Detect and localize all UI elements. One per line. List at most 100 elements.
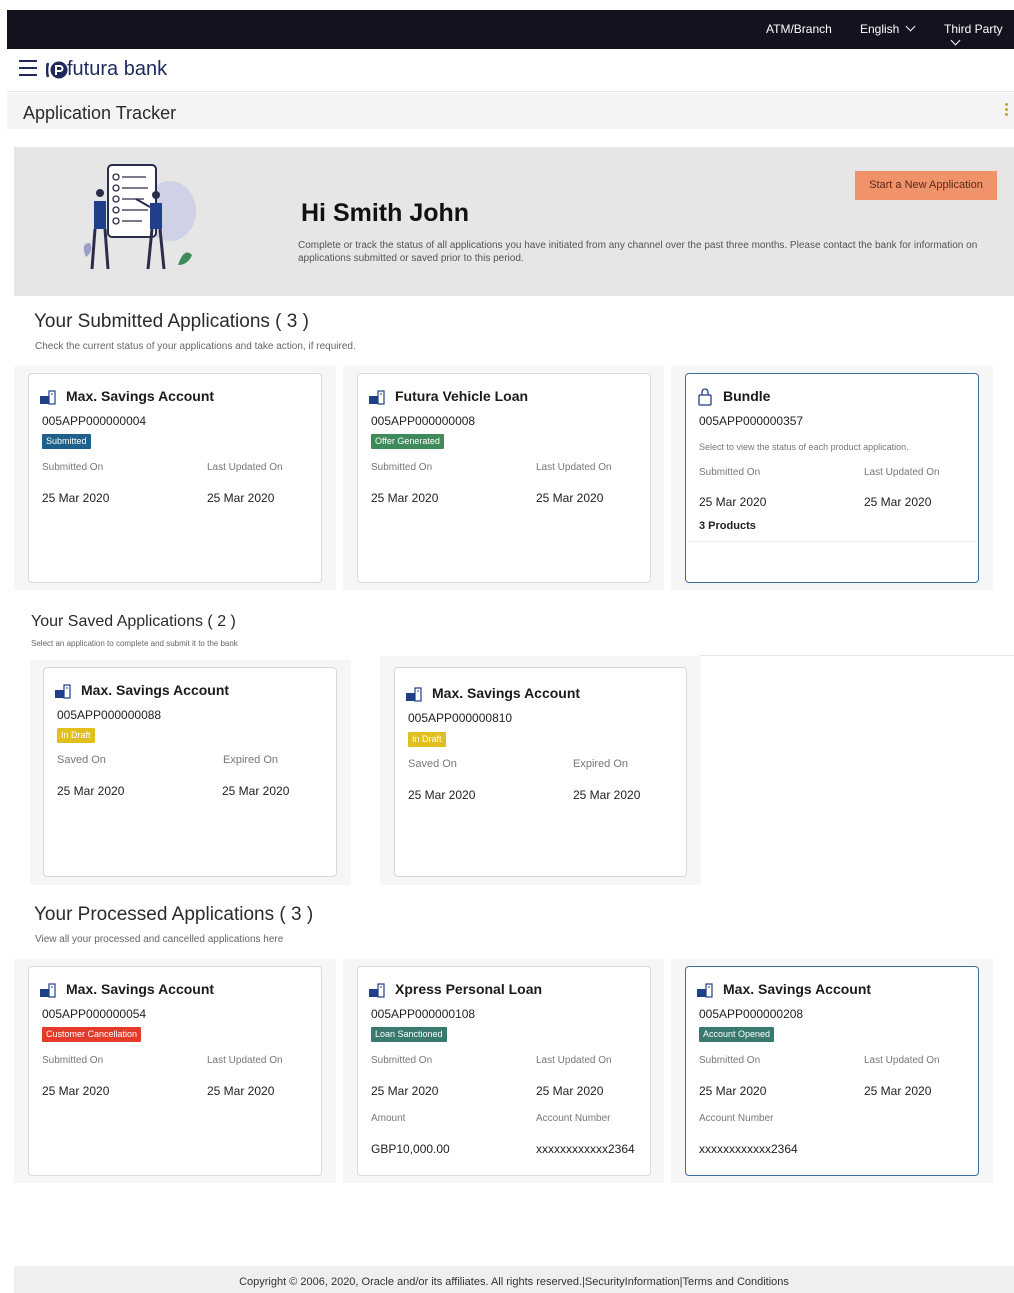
expired-on-label: Expired On	[223, 754, 279, 766]
expired-on-value: 25 Mar 2020	[222, 784, 290, 798]
page-footer: Copyright © 2006, 2020, Oracle and/or it…	[14, 1266, 1014, 1293]
saved-on-value: 25 Mar 2020	[408, 788, 476, 802]
last-updated-label: Last Updated On	[536, 462, 612, 473]
last-updated-value: 25 Mar 2020	[864, 1084, 932, 1098]
submitted-on-value: 25 Mar 2020	[42, 491, 110, 505]
submitted-on-label: Submitted On	[371, 462, 433, 473]
expired-on-label: Expired On	[573, 758, 629, 770]
application-reference-id: 005APP000000108	[371, 1007, 476, 1021]
saved-section-title: Your Saved Applications ( 2 )	[31, 613, 236, 630]
saved-application-card[interactable]: Max. Savings Account 005APP000000088 In …	[43, 667, 337, 877]
account-product-icon	[40, 390, 56, 405]
brand-header: futura bank	[7, 49, 1014, 92]
processed-application-card[interactable]: Max. Savings Account 005APP000000054 Cus…	[28, 966, 322, 1176]
account-product-icon	[369, 983, 385, 998]
language-selector[interactable]: English	[860, 21, 916, 36]
application-reference-id: 005APP000000357	[699, 414, 804, 428]
page-title-bar: Application Tracker	[7, 93, 1014, 129]
status-badge: In Draft	[408, 732, 446, 747]
processed-application-card[interactable]: Max. Savings Account 005APP000000208 Acc…	[685, 966, 979, 1176]
top-navigation-bar: ATM/Branch English Third Party	[7, 10, 1014, 49]
amount-label: Amount	[371, 1113, 406, 1124]
third-party-menu[interactable]: Third Party	[944, 22, 1014, 50]
submitted-on-value: 25 Mar 2020	[42, 1084, 110, 1098]
last-updated-value: 25 Mar 2020	[207, 1084, 275, 1098]
page-title: Application Tracker	[23, 103, 177, 123]
status-badge: Offer Generated	[371, 434, 444, 449]
application-reference-id: 005APP000000054	[42, 1007, 147, 1021]
brand-name: futura bank	[67, 58, 168, 80]
processed-application-card[interactable]: Xpress Personal Loan 005APP000000108 Loa…	[357, 966, 651, 1176]
application-reference-id: 005APP000000810	[408, 711, 513, 725]
last-updated-label: Last Updated On	[207, 462, 283, 473]
saved-on-label: Saved On	[408, 758, 457, 770]
application-product-name: Max. Savings Account	[432, 685, 581, 701]
submitted-on-label: Submitted On	[42, 462, 104, 473]
bundle-product-count[interactable]: 3 Products	[699, 520, 756, 532]
status-badge: In Draft	[57, 728, 95, 743]
welcome-banner: Hi Smith John Complete or track the stat…	[14, 147, 1014, 296]
last-updated-value: 25 Mar 2020	[207, 491, 275, 505]
divider	[700, 655, 1014, 656]
last-updated-value: 25 Mar 2020	[536, 491, 604, 505]
submitted-on-value: 25 Mar 2020	[371, 491, 439, 505]
saved-on-label: Saved On	[57, 754, 106, 766]
last-updated-label: Last Updated On	[864, 467, 940, 478]
account-number-label: Account Number	[536, 1113, 611, 1124]
amount-value: GBP10,000.00	[371, 1142, 450, 1156]
submitted-on-label: Submitted On	[371, 1055, 433, 1066]
saved-on-value: 25 Mar 2020	[57, 784, 125, 798]
greeting-heading: Hi Smith John	[301, 199, 470, 227]
submitted-application-card[interactable]: Futura Vehicle Loan 005APP000000008 Offe…	[357, 373, 651, 583]
submitted-on-value: 25 Mar 2020	[699, 1084, 767, 1098]
account-number-value: xxxxxxxxxxxx2364	[536, 1142, 635, 1156]
account-product-icon	[406, 687, 422, 702]
last-updated-value: 25 Mar 2020	[536, 1084, 604, 1098]
account-product-icon	[369, 390, 385, 405]
atm-branch-link[interactable]: ATM/Branch	[766, 22, 832, 36]
terms-and-conditions-link[interactable]: Terms and Conditions	[683, 1276, 789, 1288]
bundle-lock-icon	[698, 388, 712, 406]
submitted-section-subtitle: Check the current status of your applica…	[35, 341, 356, 352]
status-badge: Customer Cancellation	[42, 1027, 142, 1042]
application-reference-id: 005APP000000088	[57, 708, 162, 722]
account-product-icon	[55, 684, 71, 699]
hamburger-icon[interactable]	[19, 60, 37, 76]
application-product-name: Max. Savings Account	[81, 682, 230, 698]
copyright-text: Copyright © 2006, 2020, Oracle and/or it…	[239, 1276, 583, 1288]
application-product-name: Max. Savings Account	[66, 981, 215, 997]
submitted-on-label: Submitted On	[699, 1055, 761, 1066]
application-reference-id: 005APP000000008	[371, 414, 476, 428]
application-product-name: Xpress Personal Loan	[395, 981, 543, 997]
last-updated-value: 25 Mar 2020	[864, 495, 932, 509]
account-product-icon	[697, 983, 713, 998]
last-updated-label: Last Updated On	[536, 1055, 612, 1066]
application-product-name: Bundle	[723, 388, 771, 404]
submitted-on-label: Submitted On	[42, 1055, 104, 1066]
account-product-icon	[40, 983, 56, 998]
application-product-name: Max. Savings Account	[66, 388, 215, 404]
submitted-application-card[interactable]: Max. Savings Account 005APP000000004 Sub…	[28, 373, 322, 583]
chevron-down-icon	[950, 35, 961, 46]
account-number-value: xxxxxxxxxxxx2364	[699, 1142, 798, 1156]
application-product-name: Futura Vehicle Loan	[395, 388, 529, 404]
status-badge: Submitted	[42, 434, 91, 449]
submitted-on-label: Submitted On	[699, 467, 761, 478]
bundle-application-card[interactable]: Bundle 005APP000000357 Select to view th…	[685, 373, 979, 583]
kebab-menu-icon[interactable]	[1005, 103, 1009, 117]
expired-on-value: 25 Mar 2020	[573, 788, 641, 802]
processed-section-subtitle: View all your processed and cancelled ap…	[35, 934, 284, 945]
greeting-description: Complete or track the status of all appl…	[298, 240, 978, 264]
last-updated-label: Last Updated On	[207, 1055, 283, 1066]
status-badge: Account Opened	[699, 1027, 775, 1042]
saved-application-card[interactable]: Max. Savings Account 005APP000000810 In …	[394, 667, 687, 877]
third-party-label: Third Party	[944, 22, 1003, 36]
application-checklist-illustration-icon	[83, 164, 196, 270]
security-information-link[interactable]: SecurityInformation	[585, 1276, 680, 1288]
application-reference-id: 005APP000000208	[699, 1007, 804, 1021]
submitted-on-value: 25 Mar 2020	[699, 495, 767, 509]
bundle-instruction-text: Select to view the status of each produc…	[699, 442, 909, 452]
start-new-application-button[interactable]: Start a New Application	[855, 171, 997, 200]
saved-section-subtitle: Select an application to complete and su…	[31, 639, 238, 648]
last-updated-label: Last Updated On	[864, 1055, 940, 1066]
